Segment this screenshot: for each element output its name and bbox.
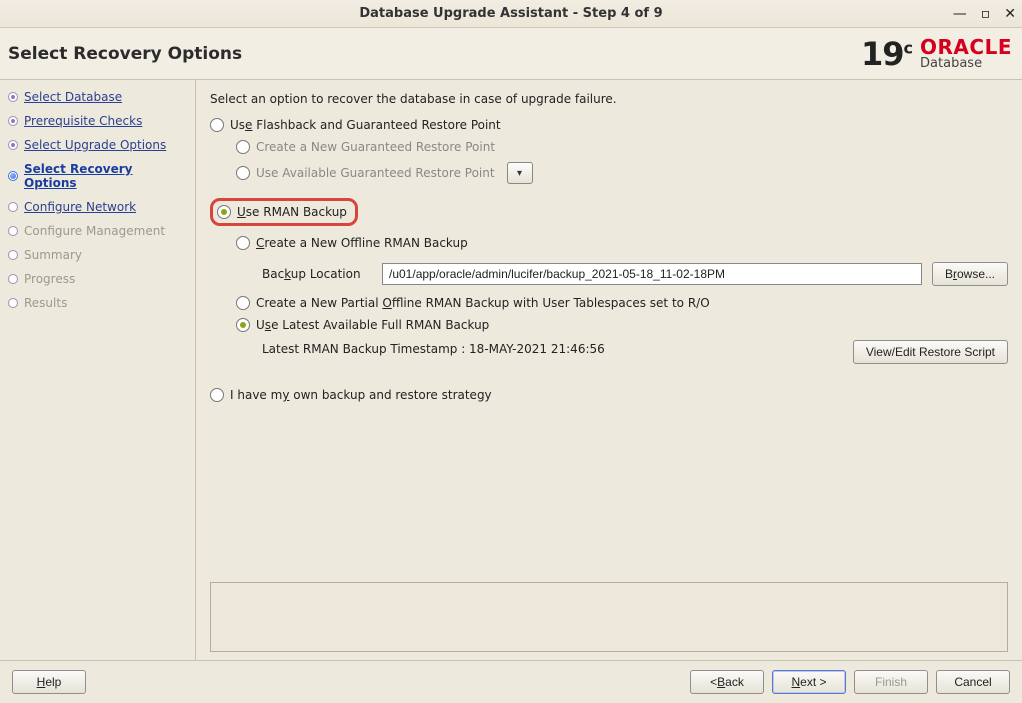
option-flashback-available[interactable]: Use Available Guaranteed Restore Point [236,162,1008,184]
option-label: Create a New Guaranteed Restore Point [256,140,495,154]
option-label: Use Latest Available Full RMAN Backup [256,318,489,332]
step-configure-network[interactable]: Configure Network [8,200,189,214]
browse-button[interactable]: Browse... [932,262,1008,286]
option-label[interactable]: Use RMAN Backup [237,205,347,219]
step-results: Results [8,296,189,310]
step-bullet-icon [8,202,18,212]
footer: Help < Back Next > Finish Cancel [0,661,1022,703]
close-icon[interactable]: ✕ [1004,6,1016,22]
brand-version: 19 [861,35,904,73]
backup-location-input[interactable] [382,263,922,285]
step-bullet-icon [8,250,18,260]
step-label[interactable]: Select Upgrade Options [24,138,166,152]
step-select-recovery-options[interactable]: Select Recovery Options [8,162,189,190]
radio-icon[interactable] [236,296,250,310]
step-select-upgrade-options[interactable]: Select Upgrade Options [8,138,189,152]
finish-button: Finish [854,670,928,694]
option-flashback-new[interactable]: Create a New Guaranteed Restore Point [236,140,1008,154]
maximize-icon[interactable]: ▫ [981,6,991,22]
step-label[interactable]: Select Database [24,90,122,104]
intro-text: Select an option to recover the database… [210,92,1008,106]
step-configure-management: Configure Management [8,224,189,238]
window-title: Database Upgrade Assistant - Step 4 of 9 [359,6,662,21]
option-rman-highlight: Use RMAN Backup [210,198,358,226]
backup-location-row: Backup Location Browse... [262,262,1008,286]
option-rman-new-offline[interactable]: Create a New Offline RMAN Backup [236,236,1008,250]
radio-icon[interactable] [236,166,250,180]
option-flashback[interactable]: Use Flashback and Guaranteed Restore Poi… [210,118,1008,132]
option-rman-latest[interactable]: Use Latest Available Full RMAN Backup [236,318,1008,332]
main-panel: Select an option to recover the database… [196,80,1022,660]
status-area [210,582,1008,652]
radio-icon[interactable] [210,388,224,402]
option-label: Use Available Guaranteed Restore Point [256,166,495,180]
step-label[interactable]: Select Recovery Options [24,162,189,190]
minimize-icon[interactable]: — [953,6,967,22]
radio-icon[interactable] [236,140,250,154]
radio-icon[interactable] [236,318,250,332]
brand-database-text: Database [920,57,982,70]
option-label: Create a New Offline RMAN Backup [256,236,468,250]
step-label: Progress [24,272,75,286]
radio-icon[interactable] [217,205,231,219]
option-label: I have my own backup and restore strateg… [230,388,492,402]
backup-location-label: Backup Location [262,267,372,281]
step-bullet-icon [8,140,18,150]
step-select-database[interactable]: Select Database [8,90,189,104]
brand-oracle-text: ORACLE [920,37,1012,57]
option-rman-partial[interactable]: Create a New Partial Offline RMAN Backup… [236,296,1008,310]
header: Select Recovery Options 19c ORACLE Datab… [0,28,1022,80]
help-button[interactable]: Help [12,670,86,694]
option-own-backup[interactable]: I have my own backup and restore strateg… [210,388,1008,402]
option-label: Use Flashback and Guaranteed Restore Poi… [230,118,501,132]
step-progress: Progress [8,272,189,286]
radio-icon[interactable] [210,118,224,132]
step-label[interactable]: Configure Network [24,200,136,214]
step-bullet-icon [8,116,18,126]
cancel-button[interactable]: Cancel [936,670,1010,694]
step-label[interactable]: Prerequisite Checks [24,114,142,128]
step-label: Summary [24,248,82,262]
radio-icon[interactable] [236,236,250,250]
page-title: Select Recovery Options [8,44,242,64]
step-bullet-icon [8,171,18,181]
view-edit-restore-script-button[interactable]: View/Edit Restore Script [853,340,1008,364]
step-bullet-icon [8,92,18,102]
step-bullet-icon [8,226,18,236]
brand-version-suffix: c [904,38,912,57]
step-label: Results [24,296,67,310]
step-prerequisite-checks[interactable]: Prerequisite Checks [8,114,189,128]
restore-point-dropdown[interactable] [507,162,533,184]
back-button[interactable]: < Back [690,670,764,694]
step-bullet-icon [8,274,18,284]
titlebar: Database Upgrade Assistant - Step 4 of 9… [0,0,1022,28]
brand-logo: 19c ORACLE Database [861,35,1012,73]
next-button[interactable]: Next > [772,670,846,694]
step-label: Configure Management [24,224,165,238]
wizard-sidebar: Select Database Prerequisite Checks Sele… [0,80,196,660]
step-summary: Summary [8,248,189,262]
step-bullet-icon [8,298,18,308]
option-label: Create a New Partial Offline RMAN Backup… [256,296,710,310]
